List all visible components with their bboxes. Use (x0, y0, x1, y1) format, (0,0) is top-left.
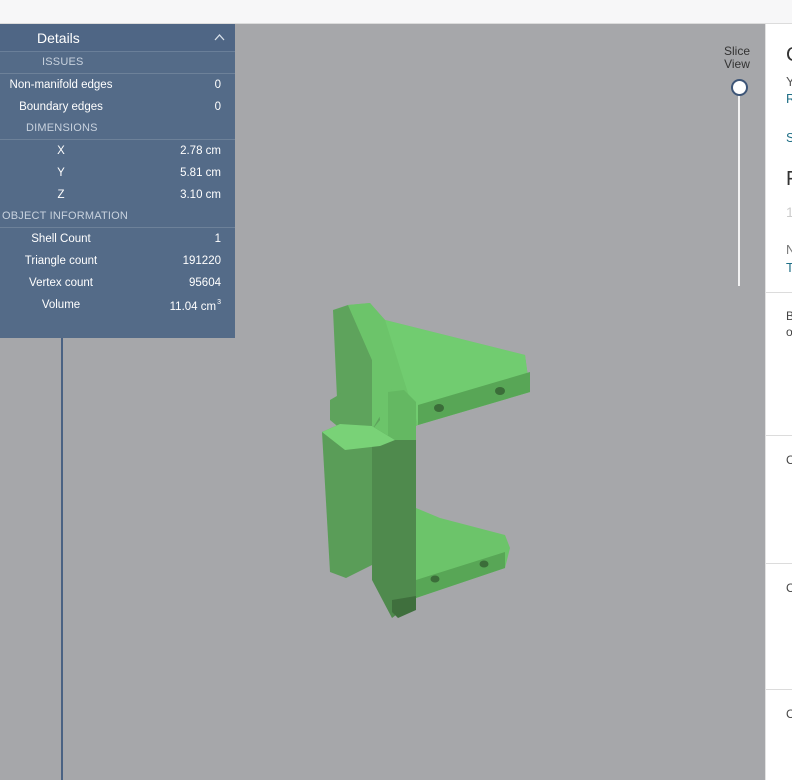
panel-text: C (786, 581, 792, 595)
panel-text: 1 (786, 204, 792, 220)
row-value: 95604 (189, 277, 221, 289)
panel-divider (766, 689, 792, 690)
row-triangle-count: Triangle count 191220 (0, 250, 235, 272)
slice-slider-track[interactable] (738, 88, 740, 286)
section-heading-object-information: OBJECT INFORMATION (0, 206, 235, 228)
row-label: Shell Count (31, 233, 91, 245)
panel-link[interactable]: R (786, 91, 792, 106)
panel-text: Y (786, 74, 792, 89)
panel-text: C (786, 453, 792, 467)
row-shell-count: Shell Count 1 (0, 228, 235, 250)
panel-heading: C (786, 44, 792, 67)
panel-heading: F (786, 168, 792, 191)
panel-text: N (786, 242, 792, 257)
panel-divider (766, 292, 792, 293)
row-dimension-x: X 2.78 cm (0, 140, 235, 162)
row-label: Non-manifold edges (9, 79, 113, 91)
top-bar (0, 0, 792, 24)
row-boundary-edges: Boundary edges 0 (0, 96, 235, 118)
row-label: Boundary edges (19, 101, 103, 113)
row-dimension-y: Y 5.81 cm (0, 162, 235, 184)
panel-divider (766, 435, 792, 436)
panel-link[interactable]: S (786, 130, 792, 145)
row-dimension-z: Z 3.10 cm (0, 184, 235, 206)
right-side-panel: C Y R S F 1 N T B o C C C (765, 24, 792, 780)
row-label: Triangle count (24, 255, 98, 267)
row-value: 1 (214, 233, 221, 245)
axis-line (61, 338, 63, 780)
details-header[interactable]: Details (0, 24, 235, 52)
row-label: Z (57, 189, 65, 201)
row-label: Volume (41, 299, 81, 311)
volume-unit-exponent: 3 (217, 299, 221, 306)
row-label: X (57, 145, 65, 157)
panel-text: B (786, 309, 792, 323)
panel-text: C (786, 707, 792, 721)
row-value: 3.10 cm (180, 189, 221, 201)
row-value: 2.78 cm (180, 145, 221, 157)
row-label: Y (57, 167, 65, 179)
row-non-manifold-edges: Non-manifold edges 0 (0, 74, 235, 96)
row-value: 0 (214, 79, 221, 91)
section-heading-dimensions: DIMENSIONS (0, 118, 235, 140)
section-heading-issues: ISSUES (0, 52, 235, 74)
slice-slider-knob[interactable] (731, 79, 748, 96)
row-label: Vertex count (29, 277, 93, 289)
chevron-up-icon[interactable] (214, 33, 225, 41)
row-value: 11.04 cm3 (169, 299, 221, 313)
slice-view-label: Slice View (723, 44, 750, 71)
row-value: 0 (214, 101, 221, 113)
panel-link[interactable]: T (786, 260, 792, 275)
row-value: 5.81 cm (180, 167, 221, 179)
row-vertex-count: Vertex count 95604 (0, 272, 235, 294)
row-value: 191220 (182, 255, 221, 267)
details-panel: Details ISSUES Non-manifold edges 0 Boun… (0, 24, 235, 338)
panel-text: o (786, 325, 792, 339)
row-volume: Volume 11.04 cm3 (0, 294, 235, 316)
details-title: Details (37, 30, 80, 46)
panel-divider (766, 563, 792, 564)
